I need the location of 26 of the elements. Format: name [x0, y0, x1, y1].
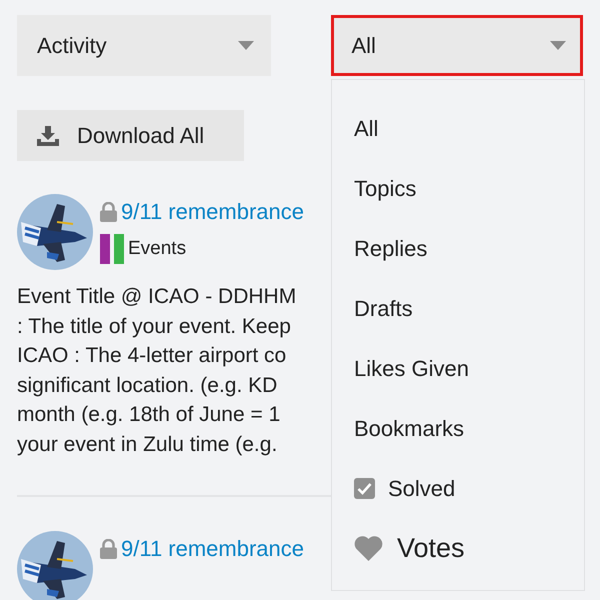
category-color-bar [114, 234, 124, 264]
caret-icon [550, 41, 566, 50]
filter-dropdown[interactable]: Activity [17, 15, 272, 76]
menu-item[interactable]: Drafts [354, 278, 413, 338]
heart-icon [354, 535, 383, 561]
caret-icon [238, 41, 254, 50]
menu-item[interactable]: Votes [354, 518, 465, 578]
download-button[interactable]: Download All [17, 110, 244, 161]
post-excerpt-line: : The title of your event. Keep [17, 314, 292, 340]
menu-item[interactable]: Bookmarks [354, 398, 464, 458]
menu-item[interactable]: All [354, 98, 378, 158]
menu-item[interactable]: Topics [354, 158, 416, 218]
filter-dropdown[interactable]: All [331, 15, 583, 76]
menu-item[interactable]: Solved [354, 458, 456, 518]
post-excerpt-line: significant location. (e.g. KD [17, 372, 278, 398]
download-icon [37, 126, 59, 146]
category-label[interactable]: Events [128, 234, 186, 264]
checkbox-icon [354, 478, 375, 498]
post-excerpt-line: Event Title @ ICAO - DDHHM [17, 284, 298, 310]
topic-link[interactable]: 9/11 remembrance [121, 200, 304, 224]
menu-item[interactable]: Replies [354, 218, 428, 278]
post-excerpt-line: ICAO : The 4-letter airport co [17, 343, 288, 369]
post-excerpt-line: month (e.g. 18th of June = 1 [17, 402, 282, 428]
menu-item[interactable]: Likes Given [354, 338, 469, 398]
post-excerpt-line: your event in Zulu time (e.g. [17, 432, 278, 458]
topic-link[interactable]: 9/11 remembrance [121, 537, 304, 561]
